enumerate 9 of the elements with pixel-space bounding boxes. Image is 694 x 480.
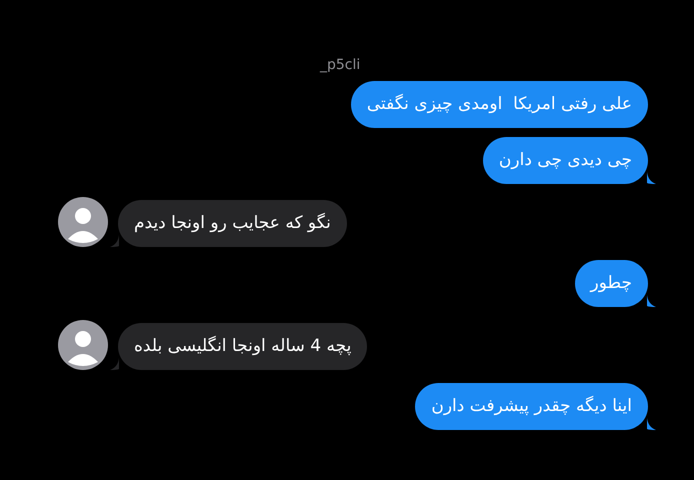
message-bubble: علی رفتی امریکا اومدی چیزی نگفتی xyxy=(350,81,648,128)
message-bubble: چی دیدی چی دارن xyxy=(482,137,648,184)
sender-name: _p5cli xyxy=(320,56,360,74)
message-bubble: اینا دیگه چقدر پیشرفت دارن xyxy=(415,383,648,430)
avatar-icon xyxy=(58,320,108,370)
avatar-icon xyxy=(58,197,108,247)
message-bubble: نگو که عجایب رو اونجا دیدم xyxy=(118,200,347,247)
message-bubble: پچه 4 ساله اونجا انگلیسی بلده xyxy=(118,323,368,370)
message-bubble: چطور xyxy=(574,260,648,307)
